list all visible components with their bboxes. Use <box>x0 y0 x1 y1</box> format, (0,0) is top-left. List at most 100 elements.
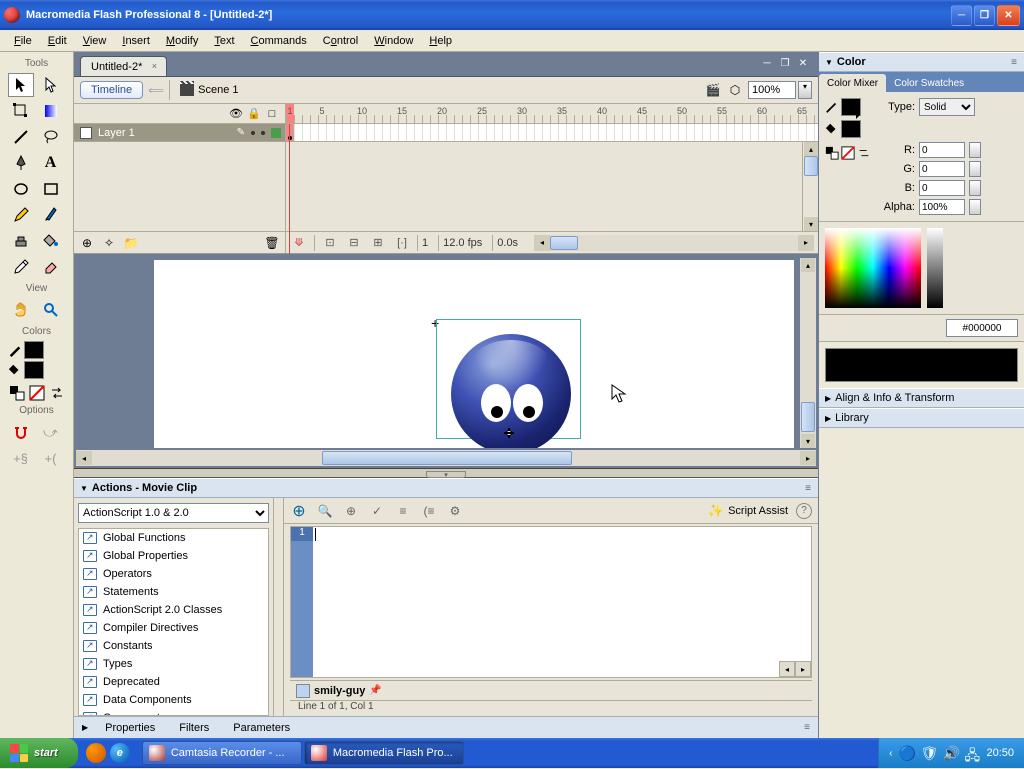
stage-vscroll-thumb[interactable] <box>801 402 815 432</box>
zoom-tool[interactable] <box>38 298 64 322</box>
actions-category-item[interactable]: Data Components <box>79 691 268 709</box>
alpha-input[interactable] <box>919 199 965 215</box>
fill-swatch[interactable] <box>8 361 66 379</box>
scroll-down-icon[interactable]: ▾ <box>804 217 818 231</box>
collapse-panel-icon[interactable]: ▼ <box>80 484 88 493</box>
pin-script-icon[interactable]: 📌 <box>369 685 381 696</box>
menu-help[interactable]: Help <box>421 32 460 50</box>
systray-expand-icon[interactable]: ‹ <box>889 748 892 759</box>
subselection-tool[interactable] <box>38 73 64 97</box>
timeline-toggle-button[interactable]: Timeline <box>80 81 143 99</box>
zoom-input[interactable] <box>748 81 796 99</box>
option-4-button[interactable]: +( <box>38 446 64 470</box>
swap-colors-button[interactable] <box>48 385 66 401</box>
timeline-hscroll-thumb[interactable] <box>550 236 578 250</box>
code-editor[interactable]: 1 ◂▸ <box>290 526 812 678</box>
brush-tool[interactable] <box>38 203 64 227</box>
check-syntax-button[interactable]: ✓ <box>368 502 386 520</box>
no-color-button[interactable] <box>28 385 46 401</box>
snap-to-objects-button[interactable] <box>8 420 34 444</box>
ink-bottle-tool[interactable] <box>8 229 34 253</box>
rectangle-tool[interactable] <box>38 177 64 201</box>
actionscript-version-select[interactable]: ActionScript 1.0 & 2.0 <box>78 503 269 523</box>
mixer-no-color-icon[interactable] <box>841 146 855 160</box>
code-scroll-right-icon[interactable]: ▸ <box>795 661 811 677</box>
timeline-hscroll[interactable]: ◂ ▸ <box>534 235 814 251</box>
hex-input[interactable] <box>946 319 1018 337</box>
doc-minimize-icon[interactable]: ─ <box>760 56 774 70</box>
close-button[interactable]: ✕ <box>997 5 1020 26</box>
gradient-transform-tool[interactable] <box>38 99 64 123</box>
paint-bucket-tool[interactable] <box>38 229 64 253</box>
actions-category-item[interactable]: Operators <box>79 565 268 583</box>
selection-tool[interactable] <box>8 73 34 97</box>
color-panel-menu-icon[interactable]: ≡ <box>1011 57 1018 68</box>
help-button[interactable]: ? <box>796 503 812 519</box>
systray-network-icon[interactable]: 🖧 <box>964 745 980 761</box>
mixer-default-colors-icon[interactable] <box>825 146 839 160</box>
r-spinner[interactable] <box>969 142 981 158</box>
menu-window[interactable]: Window <box>366 32 421 50</box>
onion-skin-outlines-button[interactable]: ⊟ <box>345 235 363 251</box>
stage-scroll-right-icon[interactable]: ▸ <box>800 451 816 465</box>
show-hide-all-icon[interactable]: 👁 <box>229 107 243 121</box>
nav-back-icon[interactable]: ⟸ <box>147 81 165 99</box>
edit-scene-icon[interactable]: 🎬 <box>704 81 722 99</box>
b-spinner[interactable] <box>969 180 981 196</box>
stage-scroll-down-icon[interactable]: ▾ <box>801 434 815 448</box>
scene-indicator[interactable]: Scene 1 <box>174 82 244 98</box>
timeline-vscroll-thumb[interactable] <box>804 156 818 176</box>
scroll-left-icon[interactable]: ◂ <box>534 235 550 251</box>
eyedropper-tool[interactable] <box>8 255 34 279</box>
free-transform-tool[interactable] <box>8 99 34 123</box>
clock[interactable]: 20:50 <box>986 747 1014 759</box>
actions-category-item[interactable]: Components <box>79 709 268 716</box>
layer-row[interactable]: Layer 1 ✎ <box>74 124 285 142</box>
r-input[interactable] <box>919 142 965 158</box>
doc-close-icon[interactable]: ✕ <box>796 56 810 70</box>
mixer-swap-colors-icon[interactable] <box>857 146 871 160</box>
menu-control[interactable]: Control <box>315 32 366 50</box>
actions-category-item[interactable]: Deprecated <box>79 673 268 691</box>
systray-icon-2[interactable]: 🛡 <box>920 745 936 761</box>
color-picker-field[interactable] <box>825 228 921 308</box>
insert-layer-button[interactable]: ⊕ <box>78 235 96 251</box>
actions-category-item[interactable]: Constants <box>79 637 268 655</box>
target-button[interactable]: ⊕ <box>342 502 360 520</box>
actions-category-item[interactable]: Global Functions <box>79 529 268 547</box>
stage-scroll-left-icon[interactable]: ◂ <box>76 451 92 465</box>
menu-commands[interactable]: Commands <box>243 32 315 50</box>
b-input[interactable] <box>919 180 965 196</box>
systray-icon-1[interactable]: 🔵 <box>898 745 914 761</box>
debug-options-button[interactable]: ⚙ <box>446 502 464 520</box>
actions-categories-list[interactable]: Global FunctionsGlobal PropertiesOperato… <box>78 528 269 716</box>
actions-category-item[interactable]: Statements <box>79 583 268 601</box>
menu-view[interactable]: View <box>75 32 115 50</box>
oval-tool[interactable] <box>8 177 34 201</box>
tab-filters[interactable]: Filters <box>168 719 220 737</box>
stroke-swatch[interactable] <box>8 341 66 359</box>
panel-menu-icon[interactable]: ≡ <box>805 483 812 494</box>
panel-drag-handle[interactable] <box>426 471 466 478</box>
menu-edit[interactable]: Edit <box>40 32 75 50</box>
default-colors-button[interactable] <box>8 385 26 401</box>
system-tray[interactable]: ‹ 🔵 🛡 🔊 🖧 20:50 <box>878 738 1024 768</box>
script-assist-button[interactable]: ✨Script Assist <box>708 503 788 519</box>
edit-multiple-frames-button[interactable]: ⊞ <box>369 235 387 251</box>
bottom-panel-menu-icon[interactable]: ≡ <box>804 722 810 733</box>
layer-outline-color[interactable] <box>271 128 281 138</box>
tab-color-swatches[interactable]: Color Swatches <box>886 74 972 92</box>
actions-category-item[interactable]: Global Properties <box>79 547 268 565</box>
g-spinner[interactable] <box>969 161 981 177</box>
selection-bounds[interactable] <box>436 319 581 439</box>
pen-tool[interactable] <box>8 151 34 175</box>
playhead-marker-icon[interactable]: ⟱ <box>290 235 308 251</box>
stage-vscroll[interactable]: ▴ ▾ <box>800 258 816 448</box>
taskbar-item[interactable]: Macromedia Flash Pro... <box>304 741 464 765</box>
taskbar-item[interactable]: Camtasia Recorder - ... <box>142 741 302 765</box>
lasso-tool[interactable] <box>38 125 64 149</box>
find-button[interactable]: 🔍 <box>316 502 334 520</box>
minimize-button[interactable]: ─ <box>951 5 972 26</box>
lock-all-icon[interactable]: 🔒 <box>247 107 261 121</box>
quicklaunch-firefox-icon[interactable] <box>86 743 106 763</box>
